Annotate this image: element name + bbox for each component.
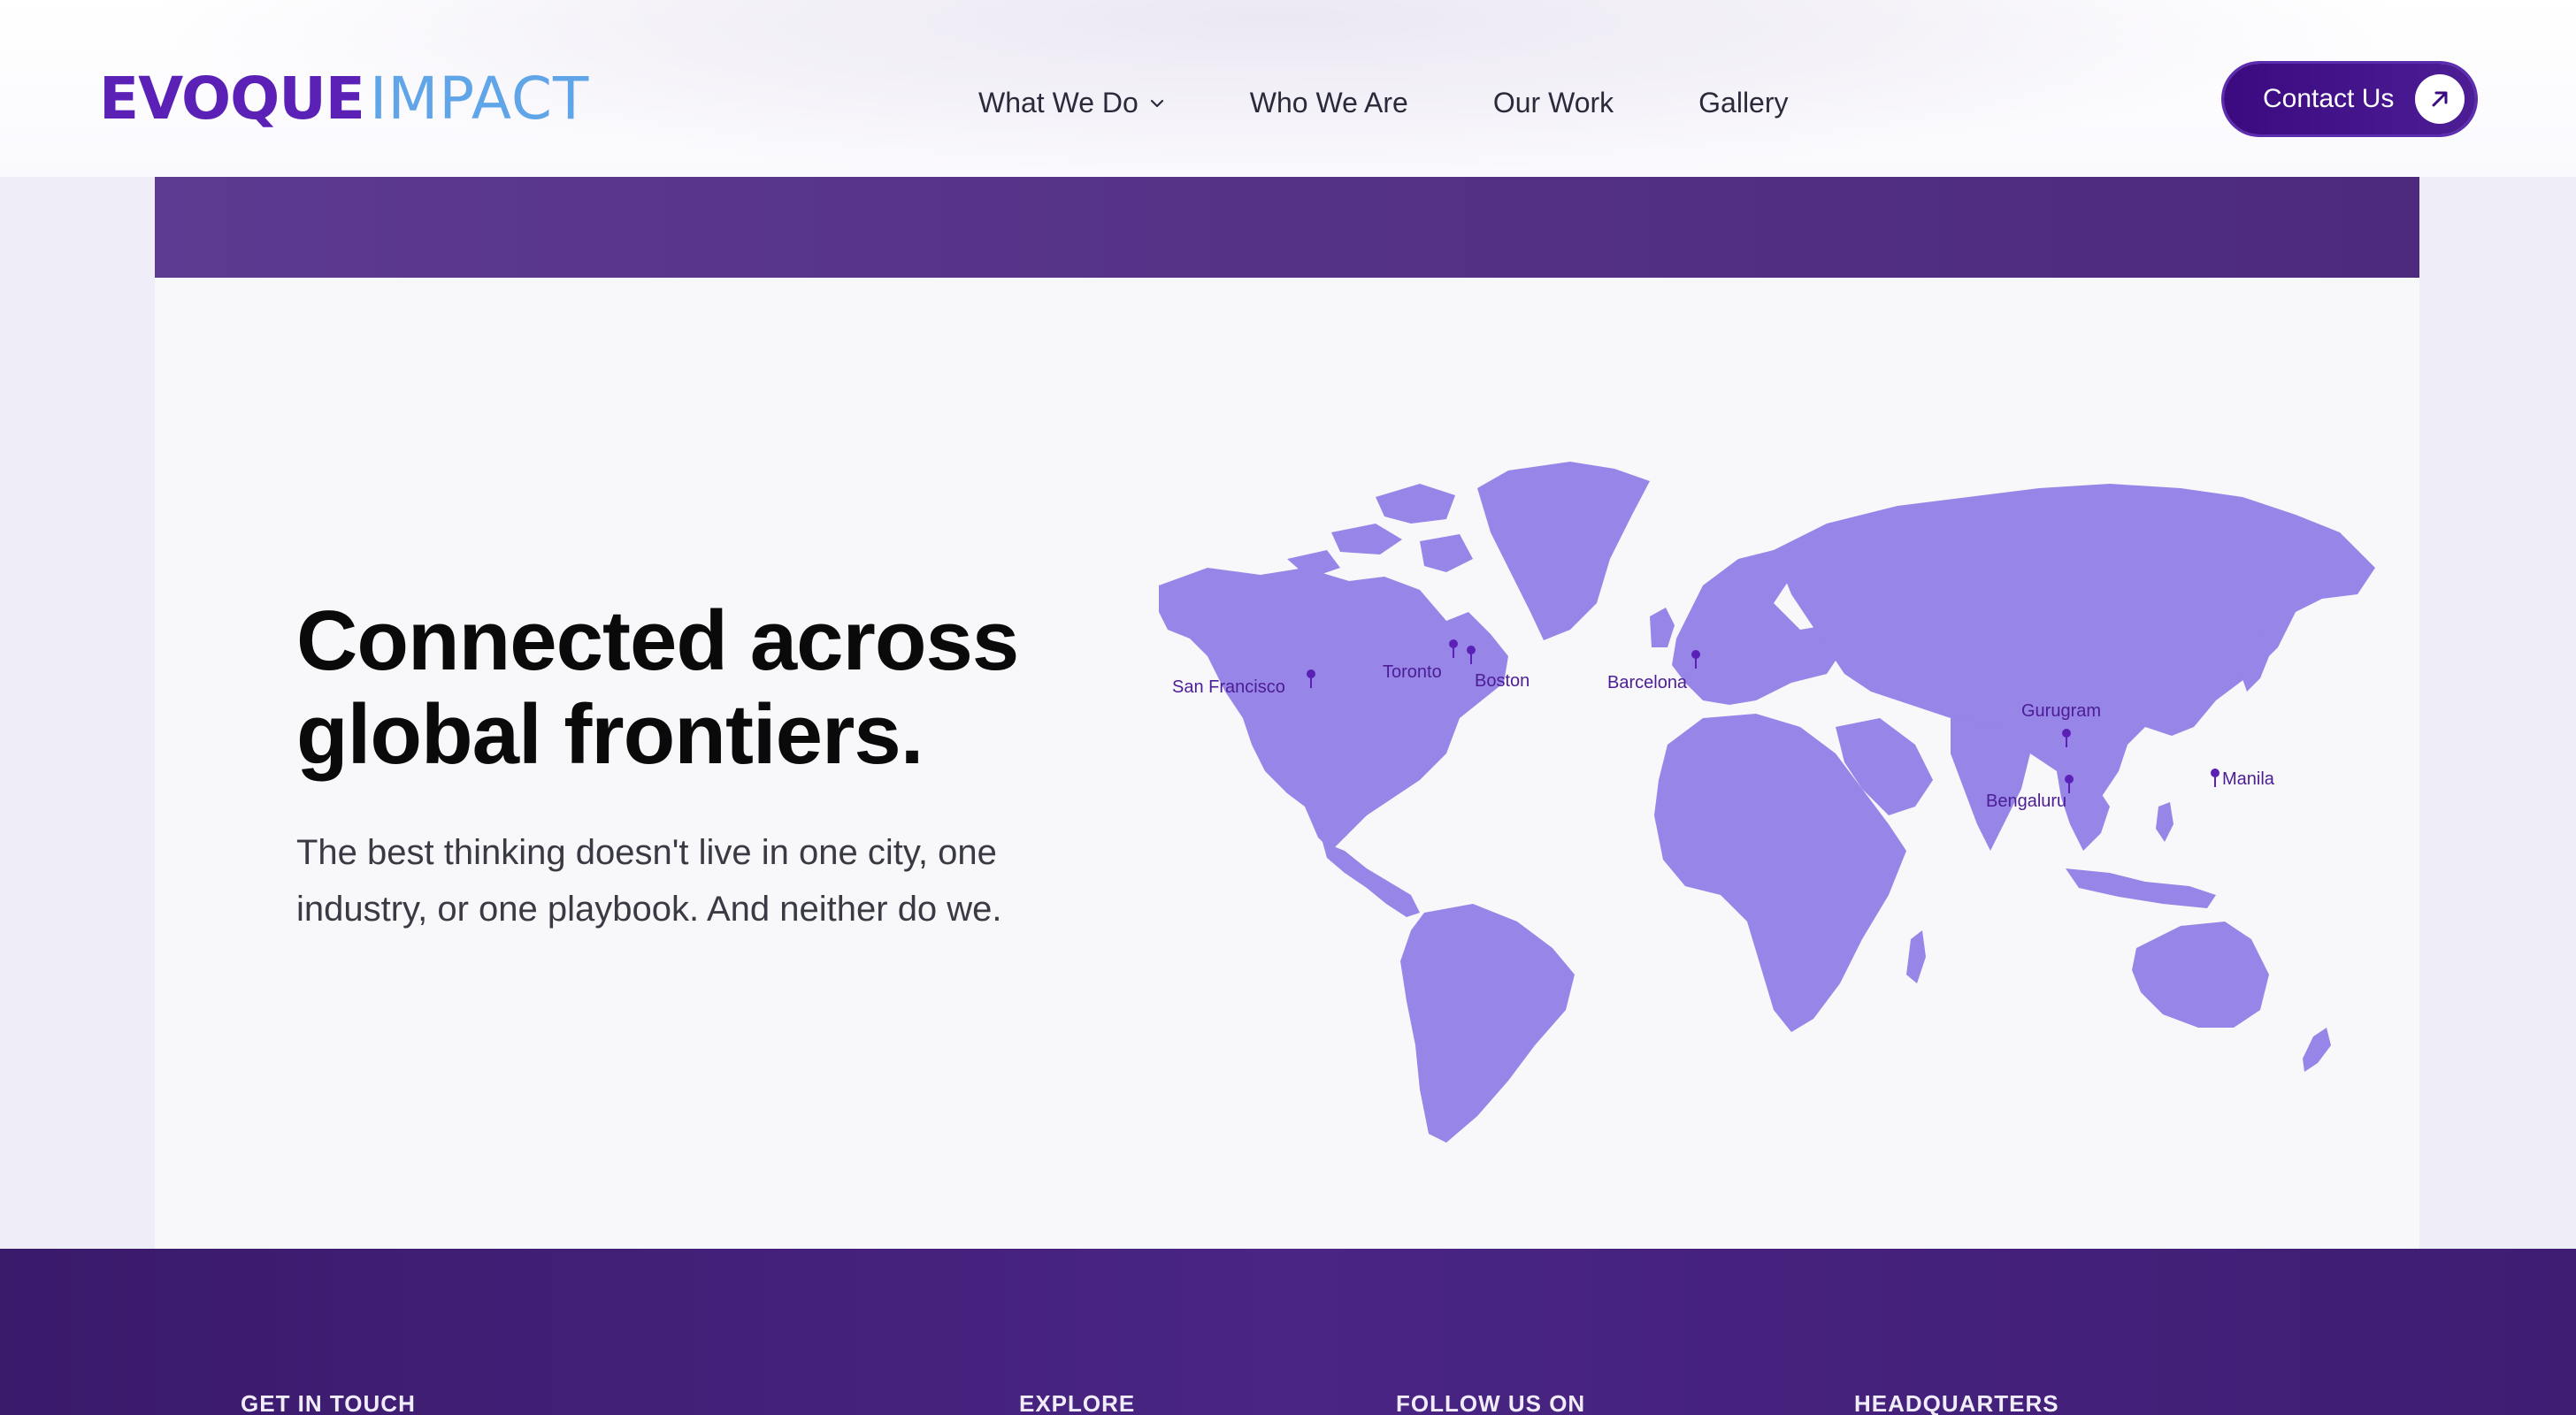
global-presence-section: Connected across global frontiers. The b… xyxy=(155,278,2419,1249)
brand-logo[interactable]: EVOQUE IMPACT xyxy=(99,69,589,129)
landmass-philippines xyxy=(2156,802,2174,842)
world-map-svg: San Francisco Toronto Boston Barcelona G… xyxy=(1159,462,2375,1143)
footer-heading-get-in-touch: GET IN TOUCH xyxy=(241,1390,416,1415)
site-footer: GET IN TOUCH EXPLORE FOLLOW US ON HEADQU… xyxy=(0,1249,2576,1415)
description-line-2: industry, or one playbook. And neither d… xyxy=(296,890,1002,929)
nav-item-label: Who We Are xyxy=(1249,86,1408,119)
nav-item-our-work[interactable]: Our Work xyxy=(1493,87,1614,119)
landmass-central-america xyxy=(1322,842,1420,917)
section-heading: Connected across global frontiers. xyxy=(296,594,1092,782)
contact-us-label: Contact Us xyxy=(2263,84,2395,113)
city-label-san-francisco: San Francisco xyxy=(1172,677,1285,697)
footer-heading-explore: EXPLORE xyxy=(1019,1390,1136,1415)
chevron-down-icon xyxy=(1150,99,1163,108)
landmass-south-america xyxy=(1400,904,1575,1143)
nav-item-gallery[interactable]: Gallery xyxy=(1698,87,1788,119)
map-landmasses xyxy=(1159,462,2375,1143)
nav-item-who-we-are[interactable]: Who We Are xyxy=(1250,87,1408,119)
landmass-madagascar xyxy=(1906,930,1926,983)
section-description: The best thinking doesn't live in one ci… xyxy=(296,824,1057,937)
hero-banner-strip xyxy=(155,177,2419,278)
nav-item-label: What We Do xyxy=(978,86,1138,119)
site-header: EVOQUE IMPACT What We Do Who We Are Our … xyxy=(0,0,2576,177)
pin-manila[interactable]: Manila xyxy=(2211,769,2275,789)
landmass-australia xyxy=(2132,922,2269,1028)
nav-item-what-we-do[interactable]: What We Do xyxy=(978,87,1165,119)
landmass-new-zealand xyxy=(2303,1028,2331,1072)
world-map: San Francisco Toronto Boston Barcelona G… xyxy=(1154,435,2411,1196)
footer-heading-follow-us: FOLLOW US ON xyxy=(1396,1390,1586,1415)
logo-impact-text: IMPACT xyxy=(369,65,590,133)
arrow-up-right-icon xyxy=(2415,74,2465,124)
city-label-toronto: Toronto xyxy=(1383,662,1442,682)
nav-item-label: Gallery xyxy=(1698,86,1789,119)
city-label-manila: Manila xyxy=(2222,769,2275,789)
city-label-boston: Boston xyxy=(1475,671,1530,691)
city-label-bengaluru: Bengaluru xyxy=(1986,792,2066,811)
landmass-greenland xyxy=(1477,462,1650,640)
footer-heading-headquarters: HEADQUARTERS xyxy=(1854,1390,2059,1415)
landmass-indonesia xyxy=(2066,868,2216,908)
heading-line-1: Connected across xyxy=(296,593,1019,688)
main-nav: What We Do Who We Are Our Work Gallery xyxy=(978,78,1789,127)
landmass-arctic-islands xyxy=(1287,484,1473,578)
city-label-gurugram: Gurugram xyxy=(2021,701,2101,721)
description-line-1: The best thinking doesn't live in one ci… xyxy=(296,833,997,872)
logo-evoque-text: EVOQUE xyxy=(99,65,365,133)
landmass-north-america xyxy=(1159,568,1508,851)
heading-line-2: global frontiers. xyxy=(296,687,924,782)
landmass-uk xyxy=(1650,608,1675,647)
contact-us-button[interactable]: Contact Us xyxy=(2224,64,2475,134)
nav-item-label: Our Work xyxy=(1492,86,1614,119)
city-label-barcelona: Barcelona xyxy=(1607,673,1688,692)
